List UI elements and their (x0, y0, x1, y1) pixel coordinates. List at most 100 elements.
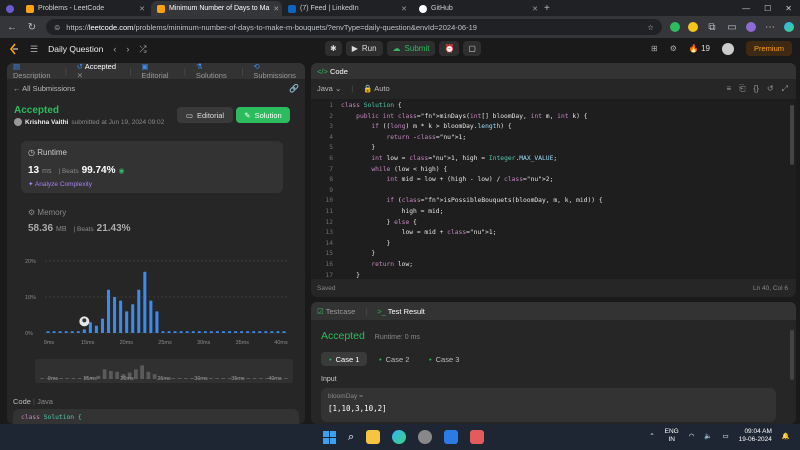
tab-description[interactable]: ▤ Description (13, 63, 55, 80)
distribution-bar[interactable] (161, 331, 165, 333)
result-scrollbar[interactable] (790, 330, 794, 380)
distribution-bar[interactable] (270, 331, 274, 333)
vscode-icon[interactable] (444, 430, 459, 444)
settings-gear-icon[interactable]: ⚙ (670, 44, 677, 53)
distribution-bar[interactable] (131, 304, 135, 333)
code-editor[interactable]: 12345678910111213141516171819 class Solu… (311, 99, 796, 279)
bookmark-icon[interactable]: ⎗ (739, 84, 745, 94)
all-submissions-link[interactable]: ← All Submissions (13, 84, 75, 93)
auto-mode-toggle[interactable]: 🔒 Auto (363, 84, 389, 93)
distribution-bar[interactable] (107, 289, 111, 333)
format-icon[interactable]: ≡ (726, 84, 731, 94)
close-icon[interactable]: ✕ (273, 5, 279, 13)
tab-accepted[interactable]: ↺ Accepted ✕ (77, 63, 120, 80)
distribution-bar[interactable] (137, 289, 141, 333)
case-tab-2[interactable]: • Case 2 (371, 352, 417, 366)
runtime-range-selector[interactable]: 9ms 15ms 20ms 25ms 30ms 35ms 40ms (35, 359, 293, 383)
settings-app-icon[interactable] (418, 430, 433, 444)
edge-browser-icon[interactable] (392, 430, 407, 444)
extensions-icon[interactable]: ⧉ (706, 22, 718, 33)
distribution-bar[interactable] (143, 271, 147, 333)
distribution-bar[interactable] (149, 300, 153, 333)
debug-button[interactable]: ✱ (325, 41, 342, 56)
tab-editorial[interactable]: ▣ Editorial (141, 63, 174, 80)
memory-tab[interactable]: ⚙ Memory (28, 208, 66, 217)
submitted-code-preview[interactable]: class Solution { (13, 409, 299, 424)
editorial-button[interactable]: ▭ Editorial (177, 107, 233, 123)
distribution-bar[interactable] (100, 318, 104, 333)
distribution-bar[interactable] (179, 331, 183, 333)
app-icon[interactable] (470, 430, 485, 444)
distribution-bar[interactable] (125, 311, 129, 333)
timer-button[interactable]: ⏰ (439, 41, 460, 56)
code-line[interactable]: return -class="nu">1; (341, 133, 682, 144)
code-line[interactable]: } else { (341, 218, 682, 229)
case-tab-1[interactable]: • Case 1 (321, 352, 368, 366)
share-link-icon[interactable]: 🔗 (289, 84, 299, 93)
code-lines[interactable]: class Solution { public int class="fn">m… (341, 101, 682, 279)
close-icon[interactable]: ✕ (401, 5, 407, 13)
tab-code[interactable]: </> Code (317, 67, 348, 76)
notes-button[interactable]: ▢ (463, 41, 481, 56)
distribution-bar[interactable] (246, 331, 250, 333)
maximize-icon[interactable]: ☐ (764, 4, 771, 13)
file-explorer-icon[interactable] (366, 430, 381, 444)
reload-icon[interactable]: ↻ (26, 22, 38, 33)
submit-button[interactable]: ☁ Submit (386, 41, 436, 56)
code-line[interactable]: if (class="fn">isPossibleBouquets(bloomD… (341, 196, 682, 207)
distribution-bar[interactable] (167, 331, 171, 333)
distribution-bar[interactable] (264, 331, 268, 333)
distribution-bar[interactable] (215, 331, 219, 333)
fullscreen-icon[interactable]: ⤢ (782, 84, 788, 94)
distribution-bar[interactable] (70, 331, 74, 333)
distribution-bar[interactable] (94, 325, 98, 333)
distribution-bar[interactable] (209, 331, 213, 333)
code-line[interactable]: low = mid + class="nu">1; (341, 228, 682, 239)
brackets-icon[interactable]: {} (754, 84, 759, 94)
code-line[interactable]: } (341, 249, 682, 260)
code-line[interactable]: return low; (341, 260, 682, 271)
problem-list-icon[interactable]: ☰ (30, 44, 38, 55)
notification-icon[interactable]: 🔔 (782, 432, 790, 440)
next-question-icon[interactable]: › (126, 44, 129, 54)
distribution-bar[interactable] (173, 331, 177, 333)
code-line[interactable]: public int class="fn">minDays(int[] bloo… (341, 112, 682, 123)
editor-scrollbar[interactable] (790, 105, 794, 165)
distribution-bar[interactable] (203, 331, 207, 333)
search-icon[interactable]: ⌕ (348, 431, 354, 444)
distribution-bar[interactable] (58, 331, 62, 333)
tab-submissions[interactable]: ⟲ Submissions (253, 63, 299, 80)
wifi-icon[interactable]: ◠ (689, 432, 695, 440)
distribution-bar[interactable] (52, 331, 56, 333)
volume-icon[interactable]: 🔈 (704, 432, 712, 440)
extension-icon[interactable] (688, 22, 698, 32)
language-select[interactable]: Java ⌄ (317, 84, 341, 93)
run-button[interactable]: ▶ Run (345, 41, 383, 56)
browser-tab-problems[interactable]: Problems - LeetCode ✕ (20, 1, 151, 16)
distribution-bar[interactable] (228, 331, 232, 333)
code-line[interactable]: } (341, 239, 682, 250)
distribution-bar[interactable] (185, 331, 189, 333)
reset-icon[interactable]: ↺ (767, 84, 774, 94)
runtime-card[interactable]: ◷ Runtime 13 ms | Beats 99.74% ◉ ✦ Analy… (21, 141, 283, 193)
extension-icon[interactable] (670, 22, 680, 32)
shuffle-icon[interactable]: ⤮ (139, 44, 146, 55)
browser-menu-icon[interactable] (0, 1, 20, 16)
distribution-bar[interactable] (197, 331, 201, 333)
daily-question-link[interactable]: Daily Question (48, 44, 103, 54)
analyze-complexity-link[interactable]: ✦ Analyze Complexity (28, 180, 92, 188)
distribution-bar[interactable] (88, 322, 92, 333)
distribution-bar[interactable] (155, 311, 159, 333)
close-icon[interactable]: ✕ (77, 71, 83, 80)
sidebar-icon[interactable]: ▭ (726, 22, 738, 33)
window-close-icon[interactable]: ✕ (785, 4, 792, 13)
layout-icon[interactable]: ⊞ (651, 44, 658, 53)
distribution-bar[interactable] (119, 300, 123, 333)
distribution-bar[interactable] (191, 331, 195, 333)
distribution-bar[interactable] (76, 331, 80, 333)
browser-menu-dots-icon[interactable]: ⋯ (764, 22, 776, 33)
prev-question-icon[interactable]: ‹ (113, 44, 116, 54)
solution-button[interactable]: ✎ Solution (236, 107, 290, 123)
code-line[interactable]: int low = class="nu">1, high = Integer.M… (341, 154, 682, 165)
copilot-icon[interactable] (784, 22, 794, 32)
